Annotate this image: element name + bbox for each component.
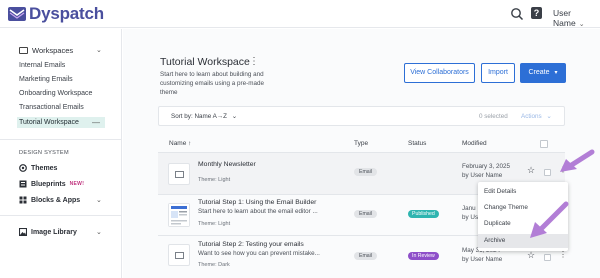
image-icon [19,228,27,236]
sort-label: Sort by: Name A→Z [171,113,227,120]
actions-dropdown[interactable]: Actions ⌄ [521,113,552,120]
row-theme: Theme: Dark [198,262,230,268]
chevron-down-icon: ⌄ [231,113,238,120]
row-description: Start here to learn about the email edit… [198,208,318,215]
column-header-type[interactable]: Type [354,140,368,147]
blueprints-icon [19,180,27,188]
modified-cell: Janu by Us [462,205,478,222]
modified-by: by Us [462,213,479,221]
row-theme: Theme: Light [198,177,231,183]
logo[interactable]: Dyspatch [8,4,104,24]
design-system-heading: DESIGN SYSTEM [19,150,69,156]
view-collaborators-button[interactable]: View Collaborators [404,63,475,83]
themes-icon [19,164,27,172]
sort-dropdown[interactable]: Sort by: Name A→Z ⌄ [171,113,237,120]
star-icon[interactable]: ☆ [527,250,535,261]
star-icon[interactable]: ☆ [527,165,535,176]
page-title: Tutorial Workspace [160,56,250,68]
create-button[interactable]: Create ▾ [520,63,566,83]
workspaces-header[interactable]: Workspaces [19,46,73,55]
chevron-down-icon[interactable]: ⌄ [96,46,102,54]
selected-count: 0 selected [479,113,508,120]
modified-date: Janu [462,205,476,212]
envelope-icon [175,252,184,259]
chevron-down-icon[interactable]: ⌄ [96,196,102,204]
search-icon[interactable] [510,7,524,21]
sidebar-item-onboarding-workspace[interactable]: Onboarding Workspace [19,90,92,97]
email-thumbnail [168,203,190,227]
modified-by: by User Name [462,171,503,179]
filter-bar: Sort by: Name A→Z ⌄ 0 selected Actions ⌄ [158,106,565,126]
workspaces-label: Workspaces [32,46,74,55]
chevron-down-icon: ⌄ [546,113,552,120]
new-badge: NEW! [69,181,85,187]
top-bar: Dyspatch ? User Name ⌄ [0,0,600,28]
app-name: Dyspatch [29,4,104,23]
row-name[interactable]: Monthly Newsletter [198,161,256,168]
create-label: Create [528,69,550,76]
type-badge: Email [354,210,377,218]
sidebar-item-transactional-emails[interactable]: Transactional Emails [19,104,84,111]
sidebar-item-marketing-emails[interactable]: Marketing Emails [19,76,73,83]
select-all-checkbox[interactable] [540,140,548,148]
menu-item-edit-details[interactable]: Edit Details [478,185,568,199]
status-badge: Published [408,210,439,218]
modified-date: February 3, 2025 [462,163,510,170]
row-description: Want to see how you can prevent mistake.… [198,250,320,257]
row-theme: Theme: Light [198,221,231,227]
blocks-icon [19,196,27,204]
sidebar-item-internal-emails[interactable]: Internal Emails [19,62,65,69]
sort-arrow-icon: ↑ [188,140,192,147]
sidebar-item-label: Image Library [31,228,77,236]
sidebar-item-label: Blocks & Apps [31,196,81,204]
row-name[interactable]: Tutorial Step 1: Using the Email Builder [198,199,316,206]
sidebar-divider [0,215,122,216]
row-name[interactable]: Tutorial Step 2: Testing your emails [198,241,304,248]
chevron-down-icon: ⌄ [578,21,585,28]
chevron-down-icon[interactable]: ⌄ [96,228,102,236]
column-header-name[interactable]: Name ↑ [169,140,191,147]
user-menu[interactable]: User Name ⌄ [553,8,600,28]
chevron-down-icon: ▾ [554,70,558,76]
sidebar-item-label: Themes [31,164,58,172]
row-menu-icon[interactable]: ⋮ [559,250,567,259]
sidebar: Workspaces ⌄ Internal Emails Marketing E… [0,29,122,278]
sidebar-item-image-library[interactable]: Image Library [19,228,77,236]
arrow-icon [530,201,569,238]
help-icon[interactable]: ? [531,7,542,19]
sidebar-item-label: Blueprints [31,180,66,188]
dyspatch-logo-icon [8,7,26,21]
modified-by: by User Name [462,255,503,263]
column-label: Name [169,140,187,147]
sidebar-divider [0,139,122,140]
envelope-icon [175,171,184,178]
active-marker: — [92,118,100,127]
column-header-status[interactable]: Status [408,140,426,147]
sidebar-item-blocks-apps[interactable]: Blocks & Apps [19,196,80,204]
email-thumbnail [168,244,190,266]
arrow-icon [560,149,595,172]
sidebar-item-themes[interactable]: Themes [19,164,57,172]
sidebar-item-label: Tutorial Workspace [19,119,79,126]
folder-icon [19,47,28,54]
row-checkbox[interactable] [544,169,551,176]
email-thumbnail [168,163,190,185]
workspace-description: Start here to learn about building and c… [160,71,264,96]
row-checkbox[interactable] [544,254,551,261]
workspace-menu-icon[interactable]: ⋮ [249,56,259,67]
column-header-modified[interactable]: Modified [462,140,487,147]
sidebar-item-blueprints[interactable]: Blueprints NEW! [19,180,84,188]
actions-label: Actions [521,113,542,120]
type-badge: Email [354,252,377,260]
sidebar-item-tutorial-workspace[interactable]: Tutorial Workspace — [17,117,105,128]
type-badge: Email [354,168,377,176]
user-name: User Name [553,8,576,28]
import-button[interactable]: Import [481,63,515,83]
status-badge: In Review [408,252,439,260]
modified-cell: February 3, 2025 by User Name [462,163,510,180]
